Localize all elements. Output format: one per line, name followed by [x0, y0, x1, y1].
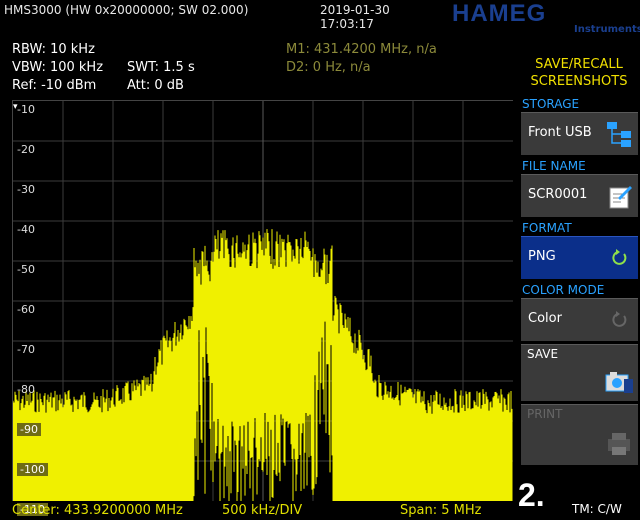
colormode-value: Color: [528, 311, 562, 326]
spectrum-svg: [13, 101, 513, 501]
folder-tree-icon: [607, 122, 631, 147]
spectrum-display[interactable]: [12, 100, 513, 501]
rbw-readout: RBW: 10 kHz: [12, 42, 95, 57]
marker-d2: D2: 0 Hz, n/a: [286, 60, 371, 75]
channel-number: 2.: [518, 477, 545, 513]
storage-softkey[interactable]: Front USB: [521, 112, 638, 155]
printer-icon: [608, 433, 630, 455]
menu-title-line2: SCREENSHOTS: [530, 74, 628, 89]
format-section-label: FORMAT: [522, 221, 572, 235]
print-label: PRINT: [527, 407, 563, 421]
y-axis-label: -20: [17, 143, 35, 156]
filename-softkey[interactable]: SCR0001: [521, 174, 638, 217]
y-axis-label: -60: [17, 303, 35, 316]
marker-m1: M1: 431.4200 MHz, n/a: [286, 42, 437, 57]
cycle-icon-dim: [612, 311, 627, 327]
spectrum-trace: [13, 229, 513, 501]
att-readout: Att: 0 dB: [127, 78, 184, 93]
trace-mode: TM: C/W: [572, 502, 622, 516]
y-axis-label: -30: [17, 183, 35, 196]
colormode-softkey[interactable]: Color: [521, 298, 638, 341]
y-axis-label: -90: [17, 423, 41, 436]
swt-readout: SWT: 1.5 s: [127, 60, 195, 75]
division-setting: 500 kHz/DIV: [222, 503, 303, 518]
menu-title: SAVE/RECALL SCREENSHOTS: [520, 56, 638, 90]
y-axis-label: -50: [17, 263, 35, 276]
storage-section-label: STORAGE: [522, 97, 580, 111]
center-frequency: Center: 433.9200000 MHz: [12, 503, 183, 518]
y-axis-label: -40: [17, 223, 35, 236]
span-setting: Span: 5 MHz: [400, 503, 482, 518]
filename-value: SCR0001: [528, 187, 588, 202]
menu-title-line1: SAVE/RECALL: [535, 57, 623, 72]
y-axis-label: -100: [17, 463, 48, 476]
hameg-logo: HAMEG: [452, 0, 547, 27]
save-label: SAVE: [527, 347, 559, 361]
format-value: PNG: [528, 249, 556, 264]
edit-file-icon: [609, 186, 632, 209]
y-axis-label: -10: [17, 103, 35, 116]
y-axis-label: -70: [17, 343, 35, 356]
colormode-section-label: COLOR MODE: [522, 283, 605, 297]
storage-value: Front USB: [528, 125, 592, 140]
device-info: HMS3000 (HW 0x20000000; SW 02.000): [4, 3, 249, 17]
print-softkey[interactable]: PRINT: [521, 404, 638, 465]
ref-readout: Ref: -10 dBm: [12, 78, 97, 93]
vbw-readout: VBW: 100 kHz: [12, 60, 104, 75]
cycle-icon: [612, 249, 627, 265]
time-readout: 17:03:17: [320, 17, 374, 31]
format-softkey[interactable]: PNG: [521, 236, 638, 279]
hameg-logo-sub: Instruments: [574, 24, 640, 35]
save-softkey[interactable]: SAVE: [521, 344, 638, 401]
date-readout: 2019-01-30: [320, 3, 390, 17]
y-axis-label: -80: [17, 383, 35, 396]
filename-section-label: FILE NAME: [522, 159, 586, 173]
camera-save-icon: [605, 372, 633, 393]
